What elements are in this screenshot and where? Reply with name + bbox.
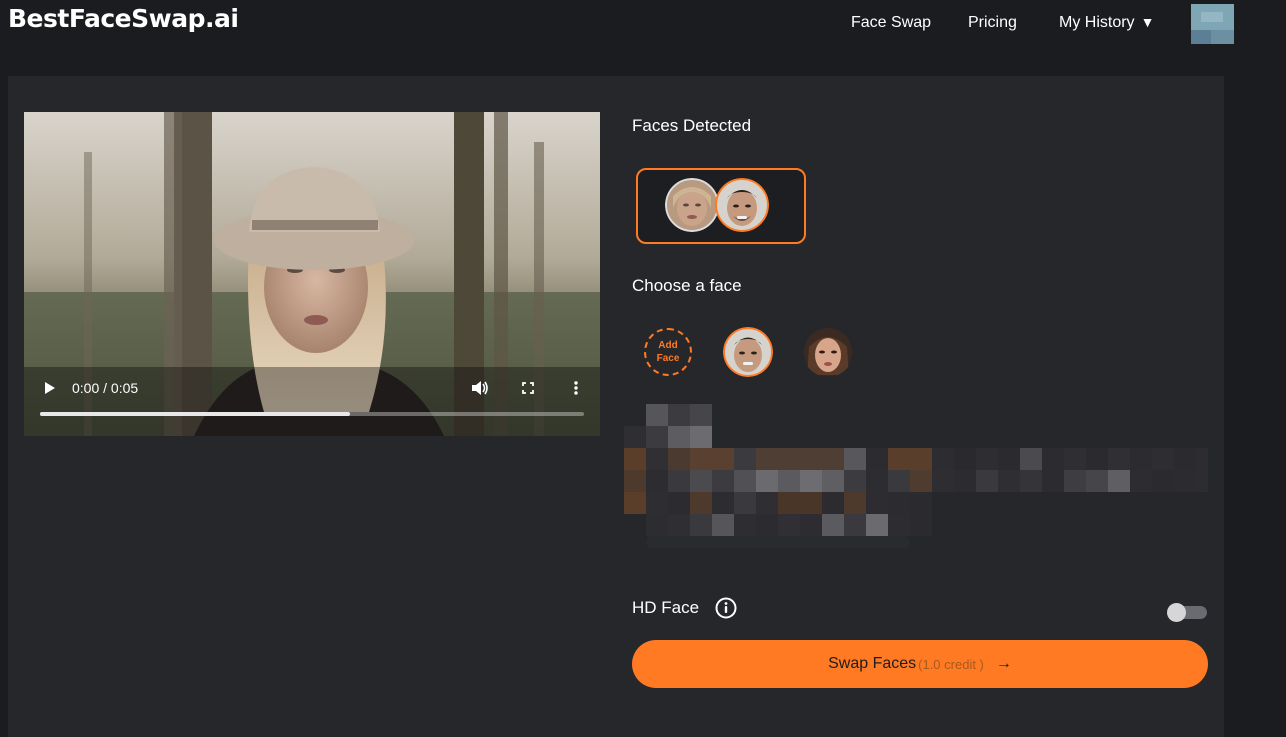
face-option-woman[interactable] xyxy=(803,327,853,377)
detected-face-man[interactable] xyxy=(715,178,769,232)
faces-detected-title: Faces Detected xyxy=(632,116,752,135)
info-icon[interactable] xyxy=(715,597,737,619)
top-navigation-bar: BestFaceSwap.ai Face Swap Pricing My His… xyxy=(0,0,1286,52)
nav-my-history-label: My History xyxy=(1059,14,1135,31)
video-progress-fill xyxy=(40,412,351,416)
arrow-right-icon: → xyxy=(995,655,1012,672)
fullscreen-icon[interactable] xyxy=(522,382,534,394)
pixelated-content xyxy=(624,404,1208,548)
nav-pricing[interactable]: Pricing xyxy=(968,14,1017,32)
video-time: 0:00 / 0:05 xyxy=(72,380,139,396)
volume-icon[interactable] xyxy=(471,380,489,396)
swap-faces-label: Swap Faces xyxy=(828,655,917,672)
pixelated-mosaic xyxy=(624,404,1208,548)
more-options-icon[interactable] xyxy=(573,380,579,396)
site-logo[interactable]: BestFaceSwap.ai xyxy=(8,4,239,33)
nav-face-swap[interactable]: Face Swap xyxy=(851,14,931,32)
hd-face-label: HD Face xyxy=(632,598,700,617)
user-avatar[interactable] xyxy=(1191,4,1234,44)
hd-face-toggle[interactable] xyxy=(1167,603,1207,622)
video-progress-bar[interactable] xyxy=(40,412,584,416)
toggle-knob xyxy=(1167,603,1186,622)
credit-cost: (1.0 credit ) xyxy=(918,656,984,672)
caret-down-icon: ▼ xyxy=(1140,14,1155,30)
face-option-man[interactable] xyxy=(723,327,773,377)
choose-face-title: Choose a face xyxy=(632,276,742,295)
swap-faces-button[interactable]: Swap Faces (1.0 credit ) → xyxy=(632,640,1208,688)
video-player[interactable]: 0:00 / 0:05 xyxy=(24,112,600,436)
nav-my-history[interactable]: My History ▼ xyxy=(1059,14,1154,32)
add-face-label: Add Face xyxy=(656,340,680,364)
add-face-button[interactable]: Add Face xyxy=(644,328,692,376)
play-icon[interactable] xyxy=(43,381,57,395)
detected-face-woman[interactable] xyxy=(665,178,719,232)
